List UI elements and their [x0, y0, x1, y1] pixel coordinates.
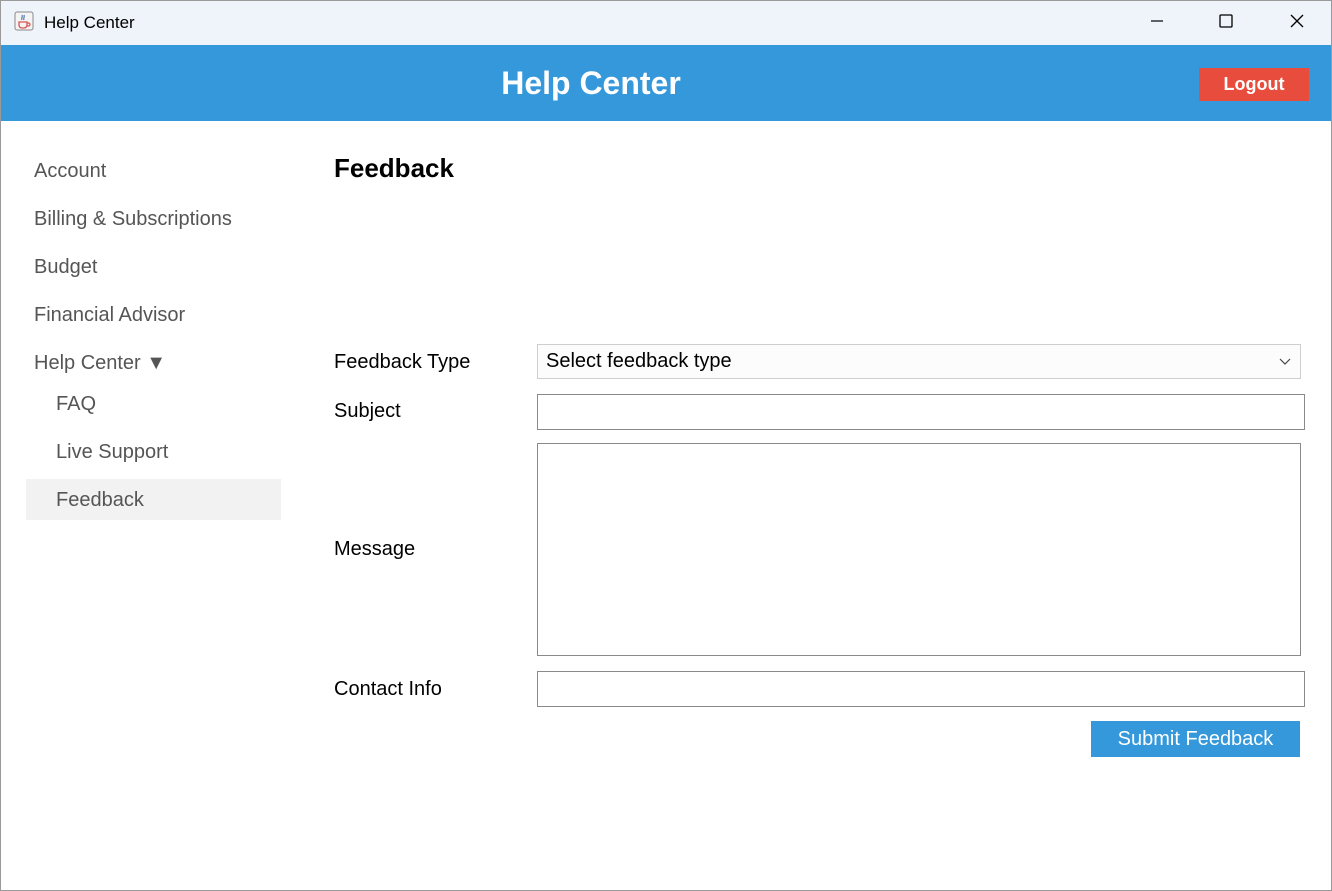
sidebar-item-help-center[interactable]: Help Center ▼ [34, 351, 166, 375]
sidebar-subitem-feedback[interactable]: Feedback [56, 488, 144, 512]
feedback-type-label: Feedback Type [334, 351, 471, 373]
app-header: Help Center Logout [1, 45, 1331, 121]
sidebar-subitem-faq[interactable]: FAQ [56, 392, 96, 416]
close-icon [1289, 13, 1305, 34]
logout-button[interactable]: Logout [1199, 68, 1309, 101]
minimize-icon [1149, 13, 1165, 34]
sidebar-item-budget[interactable]: Budget [34, 255, 97, 279]
subject-input[interactable] [537, 394, 1305, 430]
close-button[interactable] [1262, 1, 1331, 45]
submit-feedback-button[interactable]: Submit Feedback [1091, 721, 1300, 757]
subject-label: Subject [334, 400, 401, 422]
app-window: Help Center Help Center Logout Account B… [0, 0, 1332, 891]
java-cup-icon [14, 11, 34, 31]
feedback-type-value: Select feedback type [546, 350, 732, 372]
minimize-button[interactable] [1122, 1, 1192, 45]
sidebar-item-financial-advisor[interactable]: Financial Advisor [34, 303, 185, 327]
chevron-down-icon [1278, 354, 1292, 368]
sidebar-subitem-live-support[interactable]: Live Support [56, 440, 168, 464]
message-textarea[interactable] [537, 443, 1301, 656]
title-bar: Help Center [1, 1, 1331, 45]
window-title: Help Center [44, 13, 135, 32]
maximize-button[interactable] [1191, 1, 1261, 45]
maximize-icon [1218, 13, 1234, 34]
page-title: Feedback [334, 153, 454, 183]
contact-info-label: Contact Info [334, 678, 442, 700]
feedback-type-select[interactable]: Select feedback type [537, 344, 1301, 379]
sidebar-item-billing[interactable]: Billing & Subscriptions [34, 207, 232, 231]
message-label: Message [334, 538, 416, 560]
sidebar-item-account[interactable]: Account [34, 159, 106, 183]
header-title: Help Center [501, 64, 681, 101]
contact-info-input[interactable] [537, 671, 1305, 707]
